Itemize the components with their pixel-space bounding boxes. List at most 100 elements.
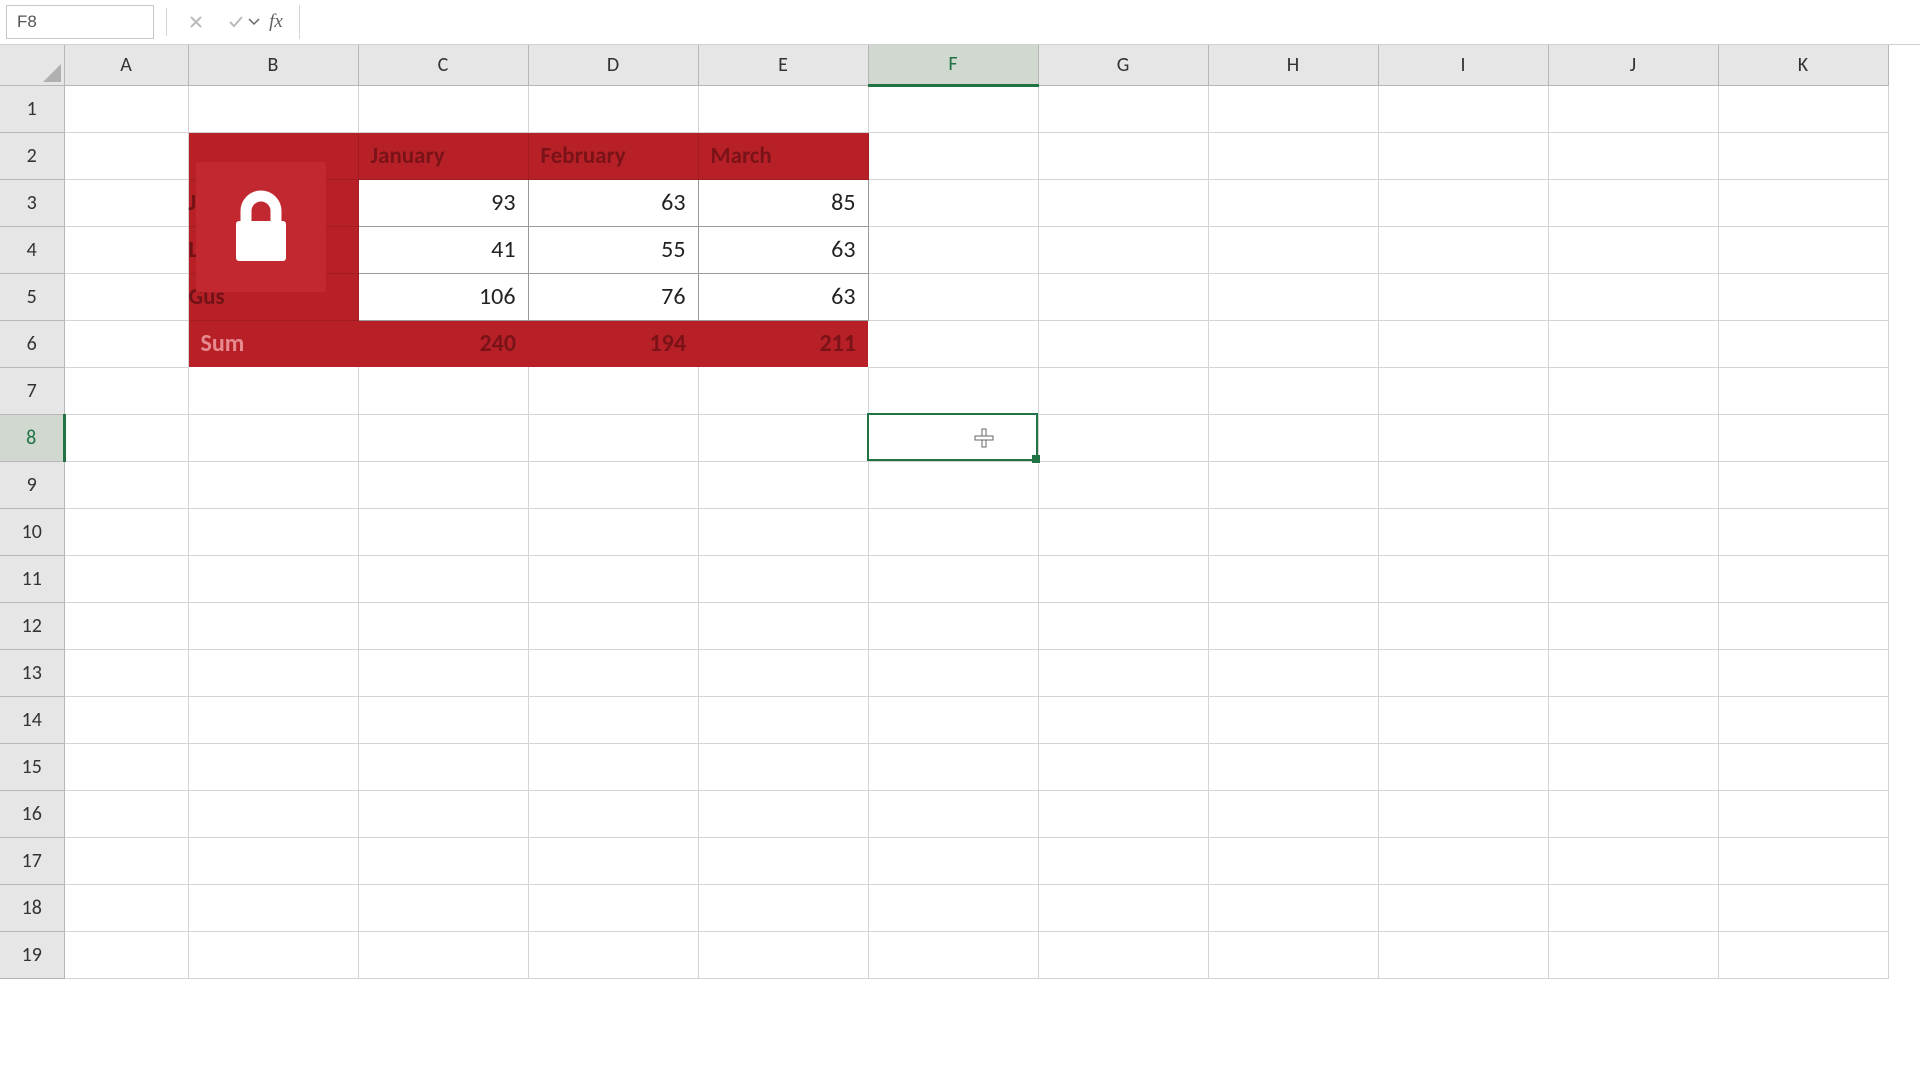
- cell-J5[interactable]: [1548, 273, 1718, 320]
- data-cell[interactable]: 55: [528, 226, 698, 273]
- cell-F12[interactable]: [868, 602, 1038, 649]
- cell-A17[interactable]: [64, 837, 188, 884]
- sum-value[interactable]: 194: [528, 320, 698, 367]
- cell-D11[interactable]: [528, 555, 698, 602]
- data-cell[interactable]: 85: [698, 179, 868, 226]
- cell-A18[interactable]: [64, 884, 188, 931]
- cell-C13[interactable]: [358, 649, 528, 696]
- cell-F3[interactable]: [868, 179, 1038, 226]
- cell-K7[interactable]: [1718, 367, 1888, 414]
- cell-F16[interactable]: [868, 790, 1038, 837]
- cell-K11[interactable]: [1718, 555, 1888, 602]
- cell-J2[interactable]: [1548, 132, 1718, 179]
- cell-J14[interactable]: [1548, 696, 1718, 743]
- cell-A16[interactable]: [64, 790, 188, 837]
- cell-J6[interactable]: [1548, 320, 1718, 367]
- cell-B10[interactable]: [188, 508, 358, 555]
- row-header-17[interactable]: 17: [0, 837, 64, 884]
- cell-J9[interactable]: [1548, 461, 1718, 508]
- column-header-J[interactable]: J: [1548, 45, 1718, 85]
- cell-H1[interactable]: [1208, 85, 1378, 132]
- cell-E9[interactable]: [698, 461, 868, 508]
- cell-B1[interactable]: [188, 85, 358, 132]
- cell-C17[interactable]: [358, 837, 528, 884]
- cell-D15[interactable]: [528, 743, 698, 790]
- column-header-C[interactable]: C: [358, 45, 528, 85]
- column-header-H[interactable]: H: [1208, 45, 1378, 85]
- cell-C12[interactable]: [358, 602, 528, 649]
- row-header-5[interactable]: 5: [0, 273, 64, 320]
- cell-E18[interactable]: [698, 884, 868, 931]
- column-header-I[interactable]: I: [1378, 45, 1548, 85]
- cell-G2[interactable]: [1038, 132, 1208, 179]
- cell-H14[interactable]: [1208, 696, 1378, 743]
- column-header-K[interactable]: K: [1718, 45, 1888, 85]
- cell-H4[interactable]: [1208, 226, 1378, 273]
- cell-F17[interactable]: [868, 837, 1038, 884]
- cell-H3[interactable]: [1208, 179, 1378, 226]
- cell-C1[interactable]: [358, 85, 528, 132]
- cell-A9[interactable]: [64, 461, 188, 508]
- cell-H10[interactable]: [1208, 508, 1378, 555]
- name-box[interactable]: [6, 5, 154, 39]
- select-all-corner[interactable]: [0, 45, 64, 85]
- cell-J15[interactable]: [1548, 743, 1718, 790]
- cell-J12[interactable]: [1548, 602, 1718, 649]
- cell-K17[interactable]: [1718, 837, 1888, 884]
- cell-H19[interactable]: [1208, 931, 1378, 978]
- insert-function-button[interactable]: fx: [259, 7, 293, 37]
- sum-value[interactable]: 240: [358, 320, 528, 367]
- cell-B15[interactable]: [188, 743, 358, 790]
- cell-K12[interactable]: [1718, 602, 1888, 649]
- cell-G13[interactable]: [1038, 649, 1208, 696]
- column-header-G[interactable]: G: [1038, 45, 1208, 85]
- cell-F13[interactable]: [868, 649, 1038, 696]
- cell-K4[interactable]: [1718, 226, 1888, 273]
- cell-I14[interactable]: [1378, 696, 1548, 743]
- cell-J19[interactable]: [1548, 931, 1718, 978]
- cell-J17[interactable]: [1548, 837, 1718, 884]
- cell-I6[interactable]: [1378, 320, 1548, 367]
- cell-B13[interactable]: [188, 649, 358, 696]
- cell-D17[interactable]: [528, 837, 698, 884]
- cell-H6[interactable]: [1208, 320, 1378, 367]
- cell-E11[interactable]: [698, 555, 868, 602]
- cell-H8[interactable]: [1208, 414, 1378, 461]
- row-header-6[interactable]: 6: [0, 320, 64, 367]
- cell-K18[interactable]: [1718, 884, 1888, 931]
- cell-G6[interactable]: [1038, 320, 1208, 367]
- month-header[interactable]: March: [698, 132, 868, 179]
- cell-F8[interactable]: [868, 414, 1038, 461]
- row-header-19[interactable]: 19: [0, 931, 64, 978]
- cell-F11[interactable]: [868, 555, 1038, 602]
- cell-D18[interactable]: [528, 884, 698, 931]
- cell-G10[interactable]: [1038, 508, 1208, 555]
- cell-H5[interactable]: [1208, 273, 1378, 320]
- cell-K14[interactable]: [1718, 696, 1888, 743]
- cell-G12[interactable]: [1038, 602, 1208, 649]
- cell-I10[interactable]: [1378, 508, 1548, 555]
- cell-J1[interactable]: [1548, 85, 1718, 132]
- cell-A15[interactable]: [64, 743, 188, 790]
- cell-G11[interactable]: [1038, 555, 1208, 602]
- cell-B9[interactable]: [188, 461, 358, 508]
- cell-I13[interactable]: [1378, 649, 1548, 696]
- cell-I5[interactable]: [1378, 273, 1548, 320]
- cell-D16[interactable]: [528, 790, 698, 837]
- worksheet-area[interactable]: ABCDEFGHIJK12JanuaryFebruaryMarch3John93…: [0, 45, 1920, 1080]
- cell-F1[interactable]: [868, 85, 1038, 132]
- cell-A6[interactable]: [64, 320, 188, 367]
- cell-F7[interactable]: [868, 367, 1038, 414]
- cell-E13[interactable]: [698, 649, 868, 696]
- cell-A5[interactable]: [64, 273, 188, 320]
- month-header[interactable]: February: [528, 132, 698, 179]
- cell-I4[interactable]: [1378, 226, 1548, 273]
- cell-A2[interactable]: [64, 132, 188, 179]
- cell-I9[interactable]: [1378, 461, 1548, 508]
- cell-A1[interactable]: [64, 85, 188, 132]
- cell-I12[interactable]: [1378, 602, 1548, 649]
- cell-K9[interactable]: [1718, 461, 1888, 508]
- cell-K16[interactable]: [1718, 790, 1888, 837]
- cell-F6[interactable]: [868, 320, 1038, 367]
- cell-J11[interactable]: [1548, 555, 1718, 602]
